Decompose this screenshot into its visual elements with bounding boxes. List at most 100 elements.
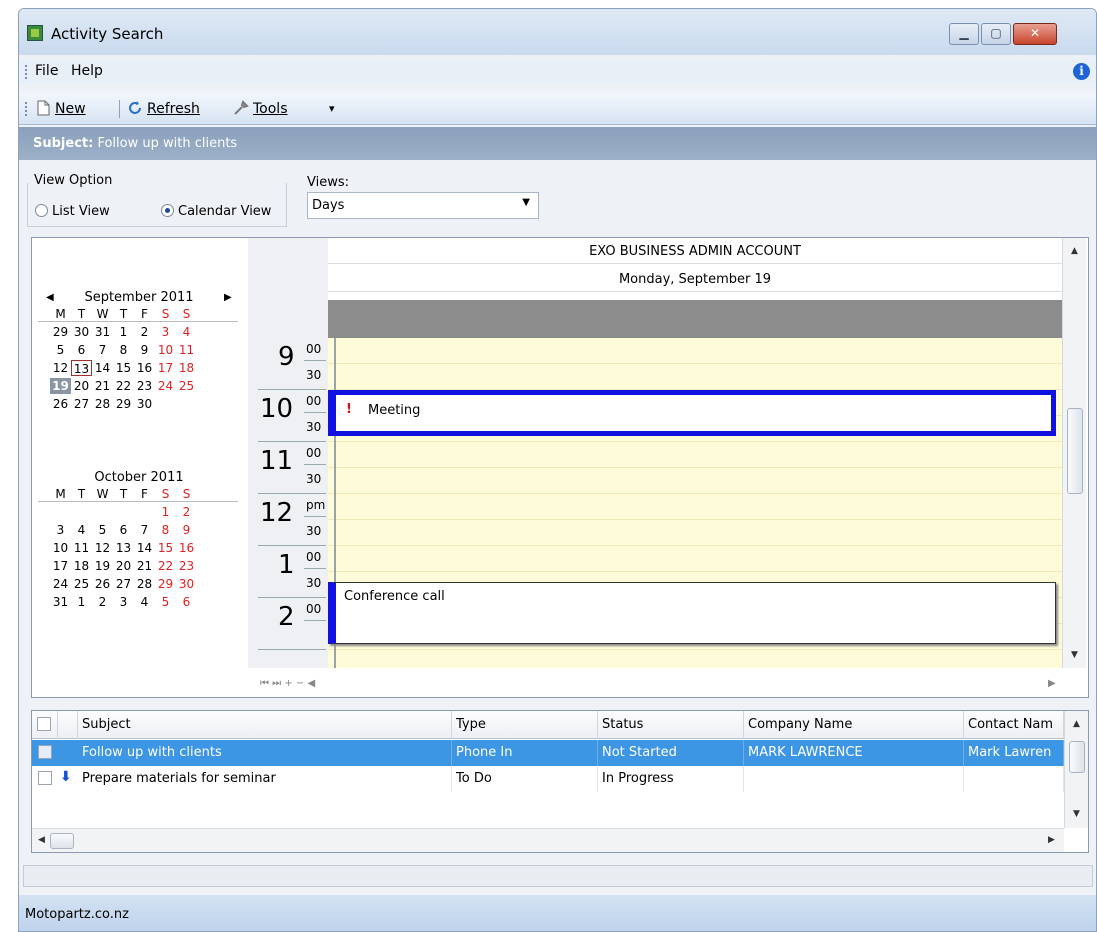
table-row[interactable]: ⬇ Prepare materials for seminar To Do In… (32, 766, 1088, 792)
menu-help[interactable]: Help (71, 63, 103, 79)
info-icon[interactable]: i (1073, 63, 1090, 80)
menu-file[interactable]: File (35, 63, 58, 79)
calendar-day[interactable]: 5 (92, 522, 113, 538)
calendar-day[interactable]: 27 (71, 396, 92, 412)
list-view-radio[interactable]: List View (35, 204, 110, 219)
calendar-day[interactable]: 21 (92, 378, 113, 394)
calendar-day[interactable]: 17 (155, 360, 176, 376)
calendar-day[interactable]: 2 (92, 594, 113, 610)
select-all-checkbox[interactable] (37, 717, 51, 731)
row-checkbox[interactable] (38, 771, 52, 785)
calendar-day[interactable]: 22 (155, 558, 176, 574)
calendar-day[interactable]: 7 (92, 342, 113, 358)
calendar-day[interactable]: 14 (92, 360, 113, 376)
calendar-day[interactable]: 19 (92, 558, 113, 574)
calendar-day[interactable]: 11 (176, 342, 197, 358)
tools-dropdown-icon[interactable]: ▾ (329, 102, 335, 115)
calendar-day[interactable]: 8 (113, 342, 134, 358)
select-all-cell[interactable] (32, 711, 58, 739)
calendar-day[interactable]: 10 (50, 540, 71, 556)
calendar-day[interactable]: 19 (50, 378, 71, 394)
schedule-vertical-scrollbar[interactable]: ▲ ▼ (1062, 238, 1086, 668)
calendar-day[interactable]: 21 (134, 558, 155, 574)
calendar-day[interactable]: 24 (50, 576, 71, 592)
scroll-up-icon[interactable]: ▲ (1071, 246, 1078, 256)
calendar-day[interactable]: 15 (113, 360, 134, 376)
calendar-day[interactable]: 27 (113, 576, 134, 592)
calendar-day[interactable]: 17 (50, 558, 71, 574)
column-header-subject[interactable]: Subject (78, 711, 452, 739)
calendar-day[interactable]: 18 (71, 558, 92, 574)
calendar-day[interactable]: 3 (155, 324, 176, 340)
calendar-day[interactable]: 5 (50, 342, 71, 358)
new-button[interactable]: New (35, 100, 86, 117)
calendar-day[interactable]: 22 (113, 378, 134, 394)
grid-horizontal-scrollbar[interactable]: ◀ ▶ (32, 828, 1064, 852)
calendar-day[interactable]: 28 (134, 576, 155, 592)
calendar-day[interactable]: 23 (134, 378, 155, 394)
calendar-day[interactable]: 30 (71, 324, 92, 340)
scroll-thumb[interactable] (1069, 741, 1085, 773)
calendar-day[interactable]: 25 (71, 576, 92, 592)
calendar-day[interactable]: 13 (113, 540, 134, 556)
appointment-conference-call[interactable]: Conference call (328, 582, 1056, 644)
calendar-day[interactable]: 23 (176, 558, 197, 574)
calendar-day[interactable]: 8 (155, 522, 176, 538)
column-header-type[interactable]: Type (452, 711, 598, 739)
calendar-day[interactable]: 15 (155, 540, 176, 556)
calendar-day[interactable]: 29 (113, 396, 134, 412)
calendar-day[interactable]: 7 (134, 522, 155, 538)
calendar-day[interactable]: 29 (50, 324, 71, 340)
calendar-day[interactable]: 4 (134, 594, 155, 610)
calendar-day[interactable]: 16 (176, 540, 197, 556)
column-header-status[interactable]: Status (598, 711, 744, 739)
calendar-day[interactable]: 12 (50, 360, 71, 376)
calendar-day[interactable]: 31 (50, 594, 71, 610)
views-select[interactable]: Days ▼ (307, 192, 539, 219)
calendar-day[interactable]: 2 (134, 324, 155, 340)
calendar-day[interactable]: 9 (134, 342, 155, 358)
calendar-day[interactable]: 31 (92, 324, 113, 340)
tools-button[interactable]: Tools (233, 100, 288, 117)
column-header-contact[interactable]: Contact Nam (964, 711, 1064, 739)
calendar-day[interactable]: 13 (71, 360, 92, 376)
scroll-down-icon[interactable]: ▼ (1073, 809, 1080, 819)
calendar-day[interactable]: 6 (113, 522, 134, 538)
calendar-day[interactable]: 24 (155, 378, 176, 394)
calendar-day[interactable]: 16 (134, 360, 155, 376)
schedule-nav-icons[interactable]: ⏮ ⏭ + − ◀ (260, 678, 315, 689)
calendar-day[interactable]: 4 (176, 324, 197, 340)
calendar-day[interactable]: 9 (176, 522, 197, 538)
minimize-button[interactable]: ▁ (949, 23, 979, 45)
calendar-day[interactable]: 30 (134, 396, 155, 412)
calendar-day[interactable]: 20 (71, 378, 92, 394)
column-header-company[interactable]: Company Name (744, 711, 964, 739)
calendar-day[interactable]: 4 (71, 522, 92, 538)
calendar-day[interactable]: 3 (113, 594, 134, 610)
next-month-icon[interactable]: ▶ (224, 292, 232, 303)
calendar-day[interactable]: 26 (50, 396, 71, 412)
calendar-day[interactable]: 6 (176, 594, 197, 610)
calendar-day[interactable]: 1 (71, 594, 92, 610)
calendar-day[interactable]: 26 (92, 576, 113, 592)
scroll-down-icon[interactable]: ▼ (1071, 650, 1078, 660)
calendar-day[interactable]: 5 (155, 594, 176, 610)
calendar-day[interactable]: 12 (92, 540, 113, 556)
calendar-day[interactable]: 2 (176, 504, 197, 520)
grid-vertical-scrollbar[interactable]: ▲ ▼ (1064, 711, 1088, 828)
row-checkbox[interactable] (38, 745, 52, 759)
calendar-day[interactable]: 1 (155, 504, 176, 520)
calendar-day[interactable]: 10 (155, 342, 176, 358)
scroll-thumb[interactable] (1067, 408, 1083, 494)
scroll-left-icon[interactable]: ◀ (38, 835, 45, 845)
previous-month-icon[interactable]: ◀ (46, 292, 54, 303)
calendar-day[interactable]: 3 (50, 522, 71, 538)
calendar-day[interactable]: 6 (71, 342, 92, 358)
appointment-meeting[interactable]: ! Meeting (328, 390, 1056, 436)
scroll-right-icon[interactable]: ▶ (1048, 678, 1056, 689)
table-row[interactable]: Follow up with clients Phone In Not Star… (32, 740, 1088, 766)
all-day-area[interactable] (328, 300, 1062, 338)
calendar-day[interactable]: 28 (92, 396, 113, 412)
calendar-day[interactable]: 29 (155, 576, 176, 592)
calendar-day[interactable]: 14 (134, 540, 155, 556)
